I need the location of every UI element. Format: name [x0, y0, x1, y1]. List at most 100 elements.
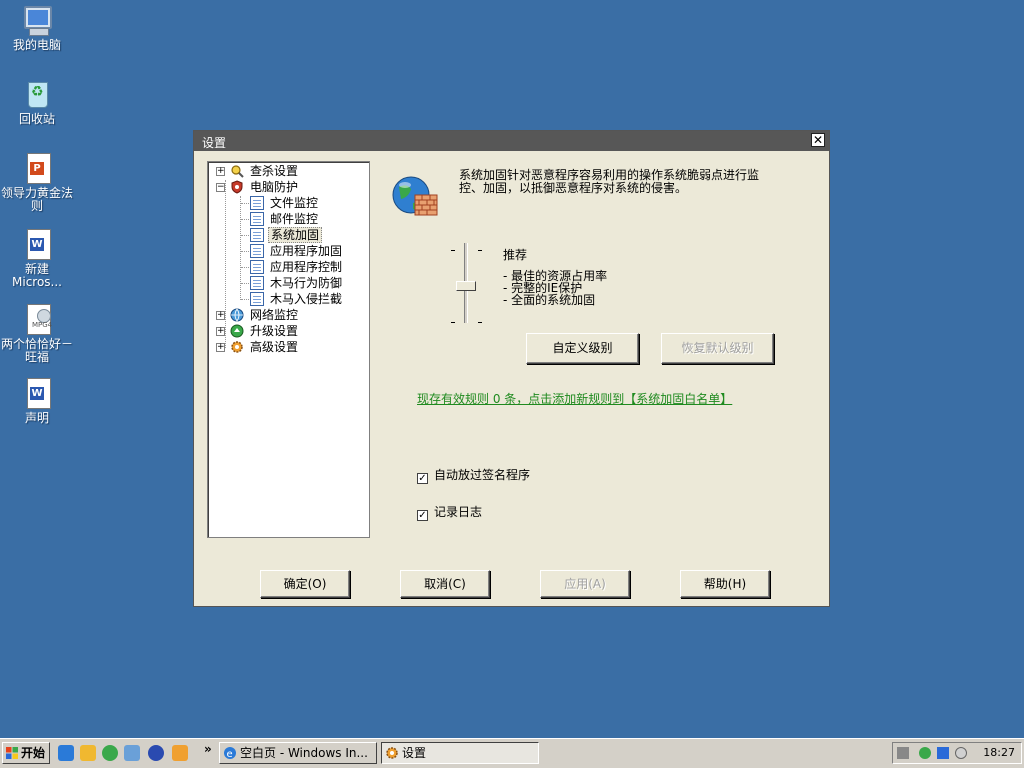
help-button[interactable]: 帮助(H): [680, 570, 770, 598]
word-file-icon: W: [21, 377, 53, 409]
slider-thumb[interactable]: [456, 281, 476, 291]
task-label: 设置: [402, 746, 427, 760]
messenger-icon[interactable]: [80, 745, 96, 761]
checkbox-label: 自动放过签名程序: [434, 468, 531, 482]
windows-logo-icon: [6, 747, 18, 759]
word-file-icon: W: [21, 228, 53, 260]
tree-item-mail-monitor[interactable]: 邮件监控: [208, 211, 368, 227]
desktop-icon-label: 回收站: [18, 112, 55, 126]
tree-item-network-monitor[interactable]: + 网络监控: [208, 307, 368, 323]
slider-tick: [451, 250, 455, 251]
slider-tick: [478, 250, 482, 251]
system-tray: 18:27: [892, 742, 1022, 764]
slider-tick: [451, 322, 455, 323]
page-icon: [250, 228, 264, 242]
tree-item-system-hardening[interactable]: 系统加固: [208, 227, 368, 243]
tree-item-update-settings[interactable]: + 升级设置: [208, 323, 368, 339]
start-button[interactable]: 开始: [2, 742, 50, 764]
desktop-icon-word-new[interactable]: W 新建 Micros...: [0, 228, 74, 289]
task-button-ie[interactable]: e 空白页 - Windows In...: [219, 742, 377, 764]
checkbox-auto-allow-signed[interactable]: ✓ 自动放过签名程序: [417, 466, 530, 484]
checkbox[interactable]: ✓: [417, 473, 428, 484]
desktop-icon-ppt-file[interactable]: P 领导力黄金法则: [0, 152, 74, 213]
collapse-icon[interactable]: −: [216, 183, 225, 192]
network-icon: [230, 308, 244, 322]
tree-item-label: 网络监控: [250, 308, 299, 322]
tray-app-icon[interactable]: [919, 747, 931, 759]
add-rule-link[interactable]: 现存有效规则 0 条，点击添加新规则到【系统加固白名单】: [417, 390, 732, 407]
powerpoint-file-icon: P: [21, 152, 53, 184]
restore-default-button[interactable]: 恢复默认级别: [661, 333, 774, 364]
level-feature: - 全面的系统加固: [503, 293, 596, 307]
expand-icon[interactable]: +: [216, 343, 225, 352]
desktop-icon-label: 两个恰恰好－旺福: [0, 337, 73, 364]
volume-icon[interactable]: [955, 747, 967, 759]
recycle-bin-icon: [21, 78, 53, 110]
quicklaunch-more-icon[interactable]: »: [204, 742, 212, 756]
desktop-icon-recycle-bin[interactable]: 回收站: [0, 78, 74, 126]
app-icon[interactable]: [172, 745, 188, 761]
close-button[interactable]: ✕: [811, 133, 825, 147]
tree-item-scan-settings[interactable]: + 查杀设置: [208, 163, 368, 179]
tree-item-label: 邮件监控: [270, 212, 319, 226]
level-features: - 最佳的资源占用率 - 完整的IE保护 - 全面的系统加固: [503, 270, 607, 306]
tree-item-label: 电脑防护: [250, 180, 299, 194]
media-player-icon[interactable]: [148, 745, 164, 761]
settings-tree: + 查杀设置 − 电脑防护 文件监控 邮件监控 系统加固 应用程序加固 应用程序…: [207, 161, 370, 538]
slider-tick: [478, 322, 482, 323]
refresh-icon[interactable]: [102, 745, 118, 761]
ok-button[interactable]: 确定(O): [260, 570, 350, 598]
tree-item-label: 文件监控: [270, 196, 319, 210]
tree-item-pc-protection[interactable]: − 电脑防护: [208, 179, 368, 195]
desktop-icon-label: 新建 Micros...: [12, 262, 62, 289]
desktop-icon-label: 我的电脑: [12, 38, 61, 52]
dialog-titlebar[interactable]: 设置 ✕: [194, 131, 829, 151]
ie-icon[interactable]: [58, 745, 74, 761]
tree-item-label: 系统加固: [268, 227, 323, 243]
checkbox[interactable]: ✓: [417, 510, 428, 521]
custom-level-button[interactable]: 自定义级别: [526, 333, 639, 364]
shield-app-icon[interactable]: [124, 745, 140, 761]
settings-app-icon: [385, 746, 399, 760]
expand-icon[interactable]: +: [216, 167, 225, 176]
settings-dialog: 设置 ✕ + 查杀设置 − 电脑防护 文件监控 邮件监控 系统加固 应用程序加固…: [193, 130, 830, 607]
tree-item-advanced-settings[interactable]: + 高级设置: [208, 339, 368, 355]
keyboard-icon[interactable]: [897, 747, 909, 759]
desktop-icon-label: 声明: [24, 411, 49, 425]
page-icon: [250, 276, 264, 290]
start-label: 开始: [21, 746, 46, 760]
tree-item-app-hardening[interactable]: 应用程序加固: [208, 243, 368, 259]
tree-item-label: 升级设置: [250, 324, 299, 338]
page-icon: [250, 212, 264, 226]
task-button-settings[interactable]: 设置: [381, 742, 539, 764]
tree-item-label: 查杀设置: [250, 164, 299, 178]
desktop-icon-label: 领导力黄金法则: [0, 186, 73, 213]
tree-item-trojan-intrusion[interactable]: 木马入侵拦截: [208, 291, 368, 307]
checkbox-record-log[interactable]: ✓ 记录日志: [417, 503, 482, 521]
feature-description: 系统加固针对恶意程序容易利用的操作系统脆弱点进行监控、加固，以抵御恶意程序对系统…: [459, 168, 760, 195]
cancel-button[interactable]: 取消(C): [400, 570, 490, 598]
expand-icon[interactable]: +: [216, 327, 225, 336]
expand-icon[interactable]: +: [216, 311, 225, 320]
dialog-title: 设置: [202, 136, 227, 150]
network-tray-icon[interactable]: [937, 747, 949, 759]
taskbar: 开始 » e 空白页 - Windows In... 设置 18:27: [0, 738, 1024, 768]
tree-item-label: 应用程序加固: [270, 244, 343, 258]
tree-item-label: 木马入侵拦截: [270, 292, 343, 306]
apply-button[interactable]: 应用(A): [540, 570, 630, 598]
tree-item-label: 木马行为防御: [270, 276, 343, 290]
mp4-file-icon: MPG4: [21, 303, 53, 335]
desktop-icon-word-statement[interactable]: W 声明: [0, 377, 74, 425]
tree-item-file-monitor[interactable]: 文件监控: [208, 195, 368, 211]
tree-item-trojan-behavior[interactable]: 木马行为防御: [208, 275, 368, 291]
desktop-icon-mp4-file[interactable]: MPG4 两个恰恰好－旺福: [0, 303, 74, 364]
tree-item-app-control[interactable]: 应用程序控制: [208, 259, 368, 275]
desktop-icon-my-computer[interactable]: 我的电脑: [0, 4, 74, 52]
tree-item-label: 高级设置: [250, 340, 299, 354]
update-icon: [230, 324, 244, 338]
page-icon: [250, 196, 264, 210]
firewall-globe-icon: [391, 173, 439, 221]
svg-text:e: e: [227, 749, 233, 760]
page-icon: [250, 260, 264, 274]
checkbox-label: 记录日志: [434, 505, 483, 519]
